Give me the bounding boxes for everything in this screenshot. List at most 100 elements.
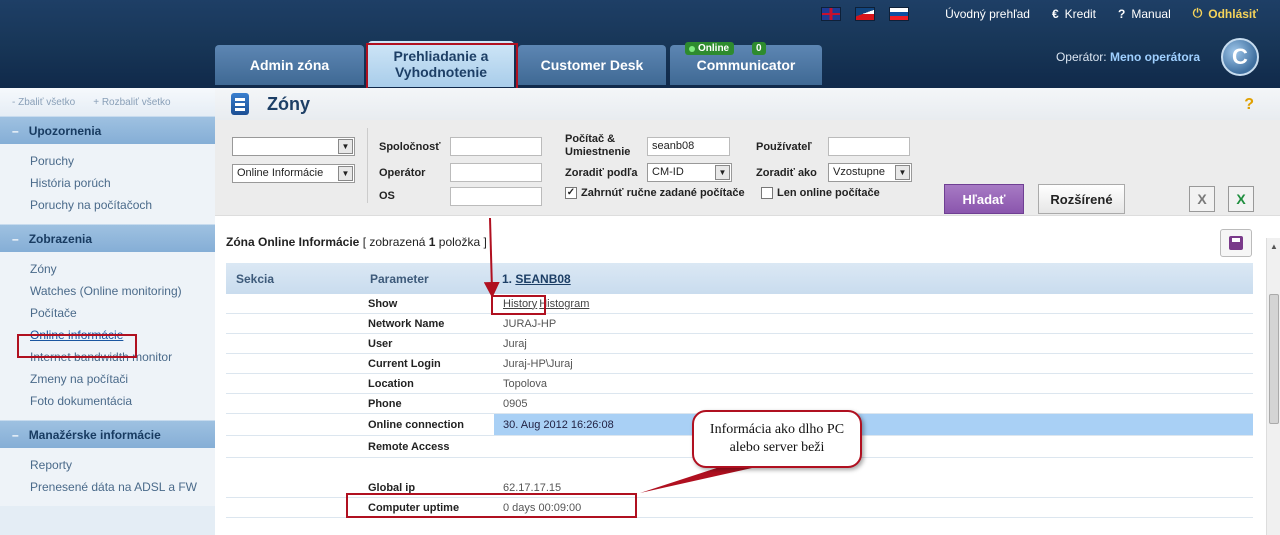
- computer-label: Počítač & Umiestnenie: [565, 133, 630, 159]
- credit-link[interactable]: € Kredit: [1052, 7, 1096, 21]
- table-row: Location Topolova: [226, 374, 1253, 394]
- scrollbar-thumb[interactable]: [1269, 294, 1279, 424]
- operator-input[interactable]: [450, 163, 542, 182]
- sidebar-toolbar: - Zbaliť všetko + Rozbaliť všetko: [0, 88, 215, 116]
- include-manual-checkbox[interactable]: ✓ Zahrnúť ručne zadané počítače: [565, 187, 745, 199]
- tab-admin-zone[interactable]: Admin zóna: [215, 45, 364, 85]
- manual-link-label: Manual: [1131, 6, 1171, 21]
- online-status-badge: Online: [685, 42, 735, 55]
- help-icon[interactable]: ?: [1244, 96, 1254, 114]
- slovak-flag-icon[interactable]: [889, 6, 910, 21]
- view-select-value: Online Informácie: [237, 167, 324, 179]
- row-key: Current Login: [368, 357, 441, 370]
- company-input[interactable]: [450, 137, 542, 156]
- online-only-checkbox[interactable]: Len online počítače: [761, 187, 880, 199]
- sort-as-select[interactable]: Vzostupne ▼: [828, 163, 912, 182]
- annotation-callout: Informácia ako dlho PC alebo server beži: [692, 410, 862, 468]
- table-row: Current Login Juraj-HP\Juraj: [226, 354, 1253, 374]
- result-prefix: Zóna Online Informácie: [226, 235, 360, 249]
- row-value: JURAJ-HP: [503, 317, 557, 330]
- sidebar-list-management: Reporty Prenesené dáta na ADSL a FW: [0, 448, 215, 506]
- row-value-highlighted: 30. Aug 2012 16:26:08: [494, 414, 1253, 435]
- collapse-all-link[interactable]: - Zbaliť všetko: [12, 97, 75, 108]
- os-label: OS: [379, 190, 395, 202]
- sidebar-item-transferred-data[interactable]: Prenesené dáta na ADSL a FW: [30, 476, 215, 498]
- sidebar-item-photo-docs[interactable]: Foto dokumentácia: [30, 390, 215, 412]
- table-row: Show History Histogram: [226, 294, 1253, 314]
- export-excel-icon[interactable]: X: [1228, 186, 1254, 212]
- sidebar-list-views: Zóny Watches (Online monitoring) Počítač…: [0, 252, 215, 420]
- tab-customer-desk[interactable]: Customer Desk: [518, 45, 666, 85]
- sidebar-item-watches[interactable]: Watches (Online monitoring): [30, 280, 215, 302]
- question-icon: ?: [1118, 6, 1126, 21]
- operator-name[interactable]: Meno operátora: [1110, 50, 1200, 64]
- euro-icon: €: [1051, 6, 1059, 21]
- computer-input[interactable]: seanb08: [647, 137, 730, 156]
- sidebar-item-computers[interactable]: Počítače: [30, 302, 215, 324]
- chevron-down-icon: ▼: [895, 165, 910, 180]
- sidebar-item-zones[interactable]: Zóny: [30, 258, 215, 280]
- sidebar-item-computer-changes[interactable]: Zmeny na počítači: [30, 368, 215, 390]
- online-only-label: Len online počítače: [777, 187, 880, 199]
- sidebar-item-online-info[interactable]: Online informácie: [30, 324, 215, 346]
- row-key: Network Name: [368, 317, 445, 330]
- histogram-link[interactable]: Histogram: [539, 298, 589, 310]
- english-flag-icon[interactable]: [821, 6, 842, 21]
- filter-panel: ▼ Online Informácie ▼ Spoločnosť Operátor…: [215, 120, 1280, 216]
- tab-admin-zone-label: Admin zóna: [249, 57, 330, 73]
- company-label: Spoločnosť: [379, 141, 441, 153]
- save-button[interactable]: [1220, 229, 1252, 257]
- sidebar-item-bandwidth-monitor[interactable]: Internet bandwidth monitor: [30, 346, 215, 368]
- manual-link[interactable]: ? Manual: [1118, 7, 1171, 21]
- save-icon: [1229, 236, 1243, 250]
- row-key: Online connection: [368, 418, 464, 431]
- search-button[interactable]: Hľadať: [944, 184, 1024, 214]
- sidebar-section-views[interactable]: – Zobrazenia: [0, 224, 215, 252]
- os-input[interactable]: [450, 187, 542, 206]
- history-link[interactable]: History: [503, 298, 537, 310]
- row-value: [494, 436, 1253, 457]
- sidebar-item-faults[interactable]: Poruchy: [30, 150, 215, 172]
- include-manual-label: Zahrnúť ručne zadané počítače: [581, 187, 745, 199]
- checkbox-checked-icon: ✓: [565, 187, 577, 199]
- scroll-up-icon[interactable]: ▲: [1270, 242, 1278, 251]
- table-row: Global ip 62.17.17.15: [226, 478, 1253, 498]
- app-logo: C: [1221, 38, 1259, 76]
- computer-name-link[interactable]: SEANB08: [515, 272, 570, 286]
- tab-review-evaluation[interactable]: Prehliadanie a Vyhodnotenie: [368, 41, 514, 87]
- sidebar: - Zbaliť všetko + Rozbaliť všetko – Upozo…: [0, 88, 215, 535]
- export-excel-grey-icon[interactable]: X: [1189, 186, 1215, 212]
- credit-link-label: Kredit: [1064, 6, 1097, 21]
- row-value: Juraj: [503, 337, 527, 350]
- sidebar-item-reports[interactable]: Reporty: [30, 454, 215, 476]
- logout-link[interactable]: ⏻ Odhlásiť: [1193, 6, 1258, 21]
- view-select[interactable]: Online Informácie ▼: [232, 164, 355, 183]
- top-bar: Úvodný prehľad € Kredit ? Manual ⏻ Odhlásiť: [821, 6, 1258, 21]
- computer-column-header: 1. SEANB08: [502, 272, 571, 286]
- filter-divider: [367, 128, 368, 203]
- zone-select[interactable]: ▼: [232, 137, 355, 156]
- row-key: Global ip: [368, 481, 416, 494]
- user-input[interactable]: [828, 137, 910, 156]
- online-dot-icon: [689, 45, 695, 52]
- row-value: 0 days 00:09:00: [503, 501, 582, 514]
- table-row: Network Name JURAJ-HP: [226, 314, 1253, 334]
- row-value: [494, 458, 1253, 478]
- sidebar-item-fault-history[interactable]: História porúch: [30, 172, 215, 194]
- overview-link[interactable]: Úvodný prehľad: [945, 7, 1030, 21]
- sidebar-section-management[interactable]: – Manažérske informácie: [0, 420, 215, 448]
- online-info-table: Sekcia Parameter 1. SEANB08 Show History …: [226, 263, 1253, 518]
- table-header: Sekcia Parameter 1. SEANB08: [226, 263, 1253, 294]
- sort-by-select[interactable]: CM-ID ▼: [647, 163, 732, 182]
- expand-all-link[interactable]: + Rozbaliť všetko: [93, 97, 170, 108]
- vertical-scrollbar[interactable]: ▲: [1266, 238, 1280, 535]
- zones-icon: [231, 93, 249, 115]
- logout-link-label: Odhlásiť: [1208, 6, 1258, 21]
- callout-line1: Informácia ako dlho PC: [709, 422, 845, 437]
- section-column-header: Sekcia: [236, 271, 275, 286]
- sidebar-section-alerts[interactable]: – Upozornenia: [0, 116, 215, 144]
- row-value: Topolova: [503, 377, 548, 390]
- sidebar-item-computer-faults[interactable]: Poruchy na počítačoch: [30, 194, 215, 216]
- czech-flag-icon[interactable]: [855, 6, 876, 21]
- advanced-button[interactable]: Rozšírené: [1038, 184, 1125, 214]
